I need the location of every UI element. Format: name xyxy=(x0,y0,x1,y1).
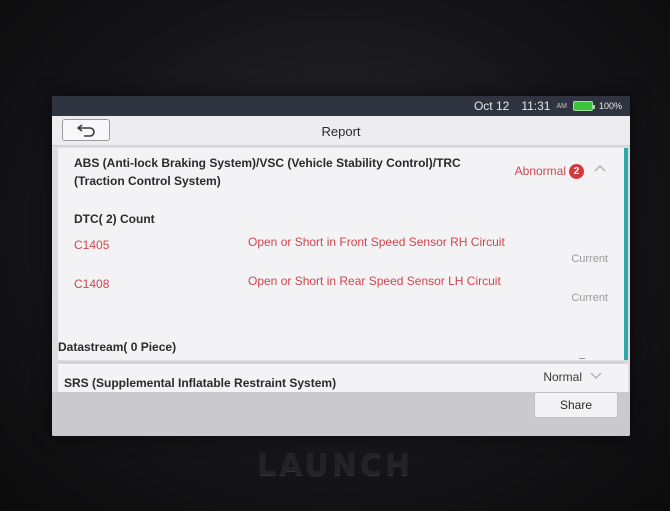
device-screen: Oct 12 11:31 AM 100% Report ABS (Anti-lo… xyxy=(52,96,630,436)
chevron-down-icon[interactable] xyxy=(590,372,602,380)
dtc-code: C1405 xyxy=(74,238,110,252)
dtc-row[interactable]: C1408 Open or Short in Rear Speed Sensor… xyxy=(58,273,628,313)
scroll-indicator xyxy=(579,358,585,359)
system-title-srs: SRS (Supplemental Inflatable Restraint S… xyxy=(64,376,337,390)
battery-icon xyxy=(572,101,595,111)
dtc-code: C1408 xyxy=(74,277,110,291)
section-divider xyxy=(58,362,624,363)
battery-level: 100% xyxy=(598,101,622,111)
dtc-description: Open or Short in Rear Speed Sensor LH Ci… xyxy=(248,274,501,288)
system-status-srs: Normal xyxy=(543,370,582,384)
dtc-state: Current xyxy=(571,292,608,304)
chevron-up-icon[interactable] xyxy=(594,164,606,172)
dtc-state: Current xyxy=(571,253,608,265)
system-panel-srs[interactable]: SRS (Supplemental Inflatable Restraint S… xyxy=(58,364,628,392)
page-title: Report xyxy=(321,124,361,139)
dtc-description: Open or Short in Front Speed Sensor RH C… xyxy=(248,235,505,249)
status-date: Oct 12 xyxy=(473,99,510,113)
status-ampm: AM xyxy=(556,102,567,110)
status-time: 11:31 xyxy=(521,99,551,113)
error-count-badge: 2 xyxy=(569,164,584,179)
system-panel-abs: ABS (Anti-lock Braking System)/VSC (Vehi… xyxy=(58,148,628,360)
datastream-label[interactable]: Datastream( 0 Piece) xyxy=(58,340,176,354)
dtc-row[interactable]: C1405 Open or Short in Front Speed Senso… xyxy=(58,234,628,274)
title-bar: Report xyxy=(52,116,630,146)
status-bar: Oct 12 11:31 AM 100% xyxy=(52,96,630,116)
system-title-abs[interactable]: ABS (Anti-lock Braking System)/VSC (Vehi… xyxy=(74,154,514,190)
bottom-toolbar: Share xyxy=(52,392,630,436)
system-status-abs: Abnormal xyxy=(514,164,566,178)
dtc-count-label: DTC( 2) Count xyxy=(74,212,155,226)
report-content[interactable]: ABS (Anti-lock Braking System)/VSC (Vehi… xyxy=(52,146,630,412)
brand-logo: LAUNCH xyxy=(256,448,413,483)
share-button[interactable]: Share xyxy=(534,392,618,418)
